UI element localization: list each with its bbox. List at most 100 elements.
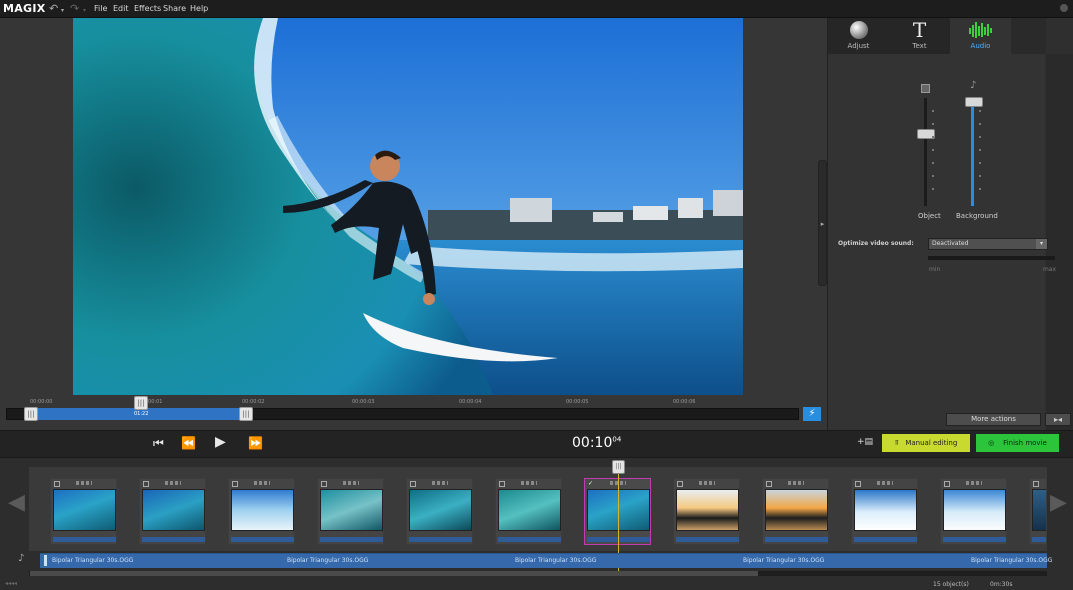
optimize-sound-select[interactable]: Deactivated ▾	[928, 238, 1048, 250]
background-label: Background	[956, 212, 998, 220]
tick-label: 00:00:02	[242, 399, 265, 405]
clip-checkbox[interactable]	[766, 481, 772, 487]
clip-duration-bar[interactable]	[409, 537, 472, 542]
clip-thumbnail[interactable]	[320, 489, 383, 531]
panel-toggle-button[interactable]: ▸◂	[1045, 413, 1071, 426]
transition-icon[interactable]	[877, 481, 893, 485]
video-preview-image[interactable]	[73, 18, 743, 395]
clip-duration-bar[interactable]	[53, 537, 116, 542]
tab-adjust[interactable]: Adjust	[828, 18, 889, 54]
clip-thumbnail[interactable]	[142, 489, 205, 531]
finish-movie-button[interactable]: ◎ Finish movie	[976, 434, 1059, 452]
undo-dropdown-icon[interactable]: ▾	[61, 7, 64, 14]
transition-icon[interactable]	[699, 481, 715, 485]
range-start-handle[interactable]: |||	[24, 407, 38, 421]
storyboard-scrollbar-thumb[interactable]	[30, 571, 758, 576]
clip-checkbox[interactable]	[855, 481, 861, 487]
storyboard-clip[interactable]	[673, 478, 740, 545]
skip-to-start-icon[interactable]: ⏮	[153, 436, 164, 451]
transition-icon[interactable]	[343, 481, 359, 485]
clip-checkbox[interactable]	[143, 481, 149, 487]
clip-duration-bar[interactable]	[231, 537, 294, 542]
clip-thumbnail[interactable]	[676, 489, 739, 531]
transition-icon[interactable]	[76, 481, 92, 485]
range-end-handle[interactable]: |||	[239, 407, 253, 421]
clip-thumbnail[interactable]	[765, 489, 828, 531]
clip-duration-bar[interactable]	[320, 537, 383, 542]
transition-icon[interactable]	[254, 481, 270, 485]
clip-duration-bar[interactable]	[676, 537, 739, 542]
menu-effects[interactable]: Effects	[134, 4, 161, 13]
lightning-icon[interactable]: ⚡	[803, 407, 821, 421]
playhead-handle[interactable]: |||	[134, 396, 148, 410]
clip-duration-bar[interactable]	[142, 537, 205, 542]
tab-text[interactable]: T Text	[889, 18, 950, 54]
storyboard-clip[interactable]	[851, 478, 918, 545]
storyboard-playhead-handle[interactable]: |||	[612, 460, 625, 474]
clip-duration-bar[interactable]	[943, 537, 1006, 542]
clip-duration-bar[interactable]	[1032, 537, 1046, 542]
storyboard-clip[interactable]	[406, 478, 473, 545]
tab-audio[interactable]: Audio	[950, 18, 1011, 54]
transition-icon[interactable]	[788, 481, 804, 485]
window-control-icon[interactable]	[1060, 4, 1068, 12]
storyboard-clip[interactable]	[762, 478, 829, 545]
clip-duration-bar[interactable]	[765, 537, 828, 542]
storyboard-clip[interactable]	[228, 478, 295, 545]
background-volume-knob[interactable]	[965, 97, 983, 107]
menu-help[interactable]: Help	[190, 4, 208, 13]
transition-icon[interactable]	[432, 481, 448, 485]
clip-checkbox[interactable]	[54, 481, 60, 487]
clip-checkbox[interactable]	[1033, 481, 1039, 487]
menu-file[interactable]: File	[94, 4, 107, 13]
menu-share[interactable]: Share	[163, 4, 186, 13]
storyboard-clip[interactable]	[940, 478, 1007, 545]
clip-duration-bar[interactable]	[498, 537, 561, 542]
storyboard-clip[interactable]	[139, 478, 206, 545]
clip-checkbox[interactable]	[232, 481, 238, 487]
clip-thumbnail[interactable]	[231, 489, 294, 531]
play-icon[interactable]: ▶	[215, 434, 226, 450]
transition-icon[interactable]	[521, 481, 537, 485]
clip-checkbox[interactable]	[944, 481, 950, 487]
clip-checkbox[interactable]: ✓	[588, 481, 594, 487]
clip-thumbnail[interactable]	[409, 489, 472, 531]
redo-icon[interactable]: ↷	[70, 2, 79, 15]
manual-editing-button[interactable]: ⫪ Manual editing	[882, 434, 970, 452]
add-media-icon[interactable]: +▤	[857, 437, 873, 447]
clip-duration-bar[interactable]	[854, 537, 917, 542]
clip-thumbnail[interactable]	[498, 489, 561, 531]
optimize-level-bar[interactable]	[928, 256, 1055, 260]
storyboard-clip[interactable]	[50, 478, 117, 545]
storyboard-clip[interactable]	[317, 478, 384, 545]
menu-edit[interactable]: Edit	[113, 4, 129, 13]
clip-checkbox[interactable]	[321, 481, 327, 487]
clip-checkbox[interactable]	[410, 481, 416, 487]
timecode-display: 00:1004	[572, 435, 621, 451]
clip-thumbnail[interactable]	[854, 489, 917, 531]
clip-thumbnail[interactable]	[53, 489, 116, 531]
clip-thumbnail[interactable]	[1032, 489, 1046, 531]
timecode-frames: 04	[612, 435, 622, 444]
rewind-icon[interactable]: ⏪	[181, 436, 196, 450]
app-logo: MAGIX	[3, 2, 46, 15]
storyboard-clip[interactable]	[1029, 478, 1047, 545]
scroll-left-icon[interactable]: ◀	[8, 490, 25, 515]
audio-clip-start-marker[interactable]	[44, 555, 47, 566]
clip-thumbnail[interactable]	[943, 489, 1006, 531]
storyboard-clip[interactable]	[495, 478, 562, 545]
undo-icon[interactable]: ↶	[49, 2, 58, 15]
clip-checkbox[interactable]	[499, 481, 505, 487]
transition-icon[interactable]	[966, 481, 982, 485]
tick-label: 00:00:06	[673, 399, 696, 405]
zoom-control[interactable]: ◂◂◂◂	[5, 580, 17, 587]
object-volume-track[interactable]	[924, 98, 927, 206]
more-actions-button[interactable]: More actions	[946, 413, 1041, 426]
clip-checkbox[interactable]	[677, 481, 683, 487]
fast-forward-icon[interactable]: ⏩	[248, 436, 263, 450]
panel-collapse-toggle[interactable]: ▸	[818, 160, 827, 286]
scroll-right-icon[interactable]: ▶	[1050, 490, 1067, 515]
transition-icon[interactable]	[165, 481, 181, 485]
redo-dropdown-icon[interactable]: ▾	[83, 7, 86, 14]
background-volume-track[interactable]	[971, 98, 974, 206]
